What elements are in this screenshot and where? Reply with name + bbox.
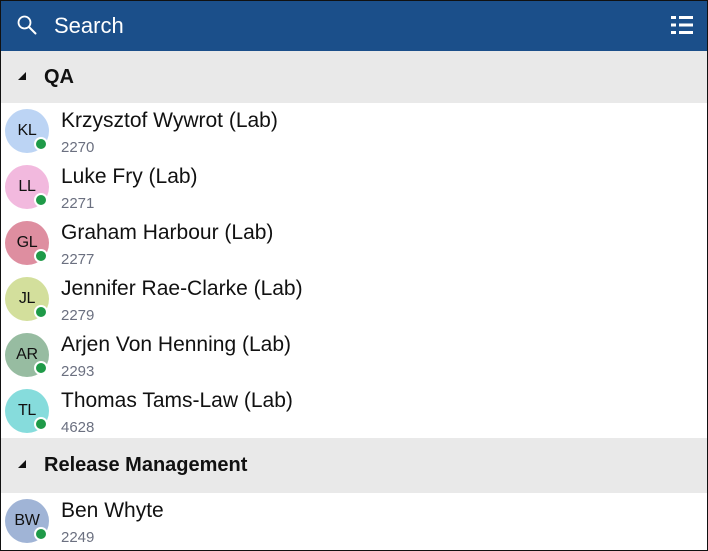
top-bar: Search <box>1 1 707 51</box>
avatar-initials: BW <box>14 512 40 529</box>
contact-name: Thomas Tams-Law (Lab) <box>61 389 293 412</box>
section-title: Release Management <box>44 454 248 476</box>
contact-name: Jennifer Rae-Clarke (Lab) <box>61 277 303 300</box>
contact-name: Graham Harbour (Lab) <box>61 221 274 244</box>
avatar-initials: AR <box>16 346 38 363</box>
contact-extension: 2271 <box>61 195 95 212</box>
section-header-qa[interactable]: QA <box>1 51 707 103</box>
presence-online-icon <box>34 137 48 151</box>
avatar-initials: JL <box>18 290 36 307</box>
presence-online-icon <box>34 417 48 431</box>
avatar-initials: KL <box>17 122 37 139</box>
contact-extension: 2270 <box>61 139 95 156</box>
avatar-initials: LL <box>18 178 36 195</box>
contact-row[interactable]: AR Arjen Von Henning (Lab) 2293 <box>1 327 707 383</box>
contact-name: Ben Whyte <box>61 499 164 522</box>
collapse-caret-icon[interactable] <box>18 460 26 468</box>
collapse-caret-icon[interactable] <box>18 72 26 80</box>
presence-online-icon <box>34 193 48 207</box>
avatar-initials: TL <box>17 402 37 419</box>
avatar-initials: GL <box>16 234 38 251</box>
presence-online-icon <box>34 305 48 319</box>
search-input[interactable]: Search <box>54 13 124 39</box>
contact-extension: 2249 <box>61 529 95 546</box>
search-icon[interactable] <box>15 13 39 37</box>
presence-online-icon <box>34 361 48 375</box>
contact-name: Luke Fry (Lab) <box>61 165 198 188</box>
contact-row[interactable]: LL Luke Fry (Lab) 2271 <box>1 159 707 215</box>
presence-online-icon <box>34 527 48 541</box>
contact-row[interactable]: KL Krzysztof Wywrot (Lab) 2270 <box>1 103 707 159</box>
contact-row[interactable]: BW Ben Whyte 2249 <box>1 493 707 549</box>
contact-extension: 2293 <box>61 363 95 380</box>
contact-row[interactable]: TL Thomas Tams-Law (Lab) 4628 <box>1 383 707 439</box>
section-title: QA <box>44 65 74 88</box>
presence-online-icon <box>34 249 48 263</box>
contact-extension: 2277 <box>61 251 95 268</box>
contact-extension: 2279 <box>61 307 95 324</box>
section-header-release-management[interactable]: Release Management <box>1 438 707 493</box>
contact-row[interactable]: GL Graham Harbour (Lab) 2277 <box>1 215 707 271</box>
list-view-icon[interactable] <box>671 15 693 35</box>
contacts-window: Search QA KL Krzysztof Wywrot (Lab) 2270… <box>0 0 708 551</box>
contact-extension: 4628 <box>61 419 95 436</box>
contact-name: Arjen Von Henning (Lab) <box>61 333 291 356</box>
contact-name: Krzysztof Wywrot (Lab) <box>61 109 278 132</box>
contact-row[interactable]: JL Jennifer Rae-Clarke (Lab) 2279 <box>1 271 707 327</box>
